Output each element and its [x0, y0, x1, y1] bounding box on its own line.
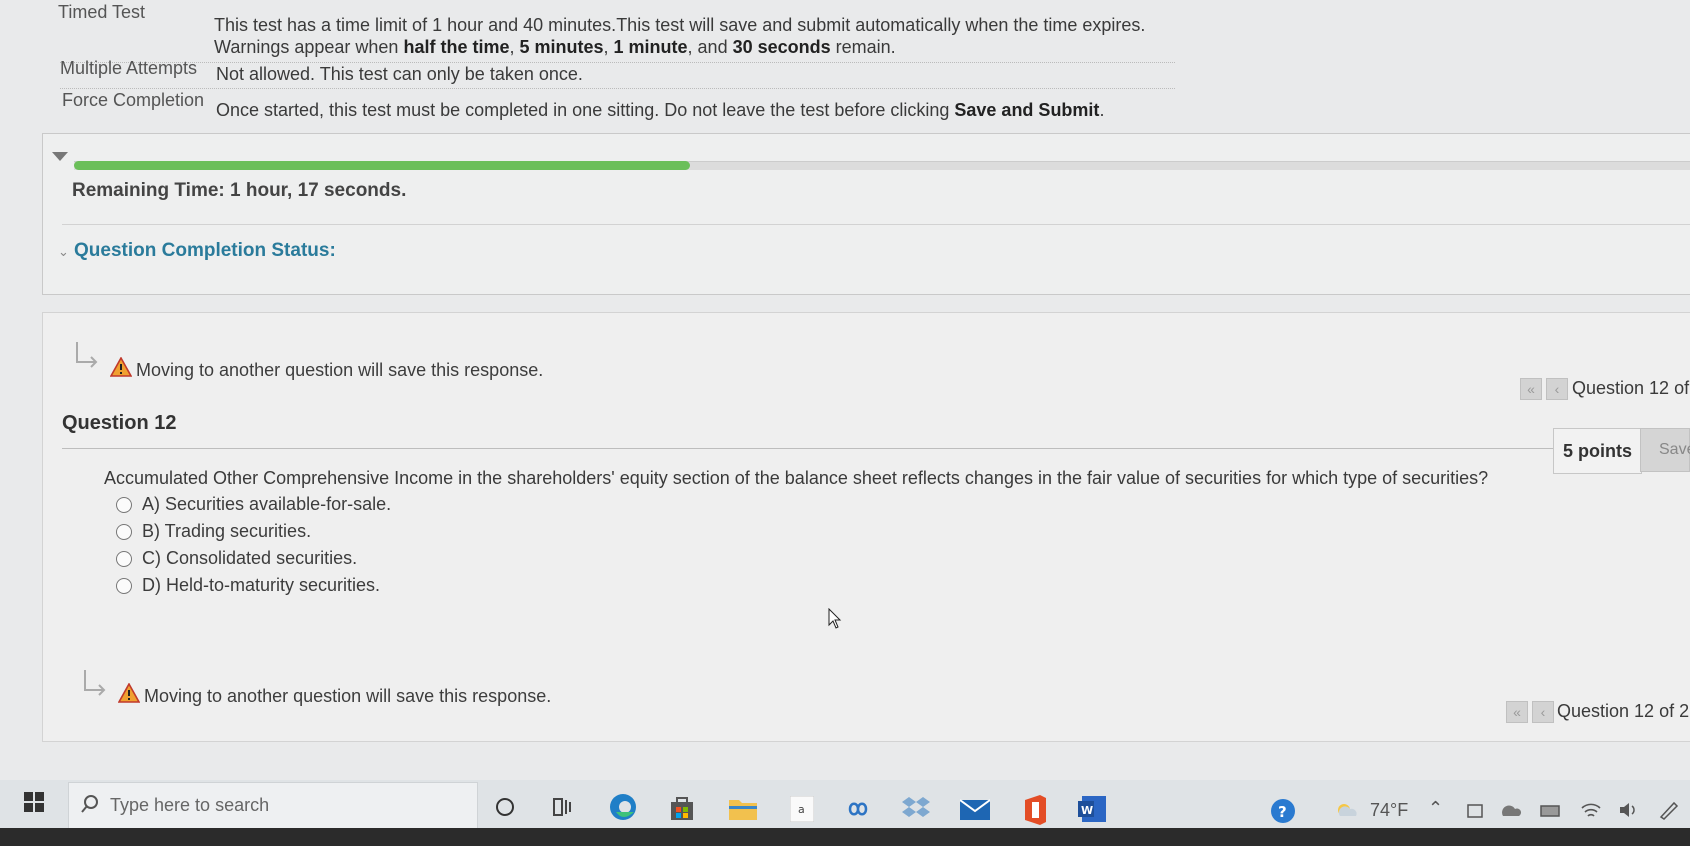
warnings-prefix: Warnings appear when: [214, 37, 404, 57]
question-counter-top: Question 12 of: [1572, 378, 1689, 399]
question-text: Accumulated Other Comprehensive Income i…: [104, 468, 1489, 488]
double-chevron-icon[interactable]: ⌄: [58, 244, 69, 260]
option-c[interactable]: C) Consolidated securities.: [116, 548, 357, 569]
amazon-icon[interactable]: a: [789, 795, 815, 827]
timed-test-line1: This test has a time limit of 1 hour and…: [214, 15, 1146, 35]
tray-chevron-icon[interactable]: ⌃: [1428, 798, 1443, 819]
info-divider-2: [60, 88, 1175, 89]
option-d-label[interactable]: D) Held-to-maturity securities.: [142, 575, 380, 596]
force-completion-label: Force Completion: [62, 90, 205, 110]
option-d[interactable]: D) Held-to-maturity securities.: [116, 575, 380, 596]
timed-test-line2: Warnings appear when half the time, 5 mi…: [214, 36, 1214, 58]
word-icon[interactable]: W: [1078, 794, 1108, 829]
mouse-cursor-icon: [828, 607, 842, 635]
file-explorer-icon[interactable]: [728, 796, 758, 827]
search-icon: [80, 794, 100, 819]
office-icon[interactable]: [1022, 794, 1048, 831]
edge-icon[interactable]: [608, 792, 638, 827]
pen-icon[interactable]: [1658, 800, 1680, 825]
weather-icon[interactable]: [1334, 800, 1358, 827]
option-b[interactable]: B) Trading securities.: [116, 521, 311, 542]
force-completion-text: Once started, this test must be complete…: [216, 100, 1104, 121]
warn-sep1: ,: [509, 37, 520, 57]
question-counter-bottom-text: Question 12 of 2: [1557, 701, 1690, 721]
radio-c[interactable]: [116, 550, 132, 567]
radio-a[interactable]: [116, 496, 132, 513]
save-answer-button[interactable]: Save: [1640, 428, 1690, 472]
save-warning-bottom: Moving to another question will save thi…: [144, 686, 552, 706]
store-icon[interactable]: [668, 794, 696, 827]
question-completion-status[interactable]: Question Completion Status:: [74, 240, 336, 262]
warn-1min: 1 minute: [613, 37, 688, 57]
help-icon[interactable]: ?: [1270, 798, 1296, 829]
warnings-suffix: remain.: [830, 37, 896, 57]
radio-b[interactable]: [116, 523, 132, 540]
option-c-label[interactable]: C) Consolidated securities.: [142, 548, 357, 569]
multiple-attempts-text: Not allowed. This test can only be taken…: [216, 64, 583, 84]
question-title-divider: [62, 448, 1562, 449]
question-counter-top-text: Question 12 of: [1572, 378, 1690, 398]
question-counter-bottom: Question 12 of 2: [1557, 701, 1689, 722]
force-save-submit: Save and Submit: [954, 100, 1100, 120]
screen-bezel: [0, 828, 1690, 846]
wifi-icon[interactable]: [1580, 800, 1602, 825]
onedrive-icon[interactable]: [1500, 804, 1522, 823]
timed-test-label: Timed Test: [58, 2, 146, 22]
warn-30sec: 30 seconds: [732, 37, 831, 57]
mail-icon[interactable]: [959, 796, 991, 827]
taskbar-search-placeholder[interactable]: Type here to search: [110, 795, 269, 816]
warn-5min: 5 minutes: [519, 37, 604, 57]
first-question-button[interactable]: «: [1520, 378, 1542, 400]
meet-now-icon[interactable]: [1466, 802, 1484, 825]
force-text-prefix: Once started, this test must be complete…: [216, 100, 955, 120]
task-view-icon[interactable]: [552, 796, 574, 823]
force-text-suffix: .: [1099, 100, 1105, 120]
volume-icon[interactable]: [1618, 800, 1640, 825]
info-divider-1: [60, 62, 1175, 63]
dropbox-icon[interactable]: [902, 794, 930, 827]
radio-d[interactable]: [116, 577, 132, 594]
svg-text:W: W: [1081, 804, 1093, 817]
warning-icon-bottom: [117, 682, 141, 708]
collapse-arrow-icon[interactable]: [52, 152, 68, 161]
timed-test-text: This test has a time limit of 1 hour and…: [214, 14, 1214, 58]
svg-text:?: ?: [1278, 803, 1287, 821]
timer-panel: [42, 133, 1690, 295]
timer-progress-fill: [74, 161, 690, 170]
return-arrow-icon-bottom: [82, 668, 108, 705]
return-arrow-icon: [74, 340, 98, 370]
save-warning-top: Moving to another question will save thi…: [136, 360, 544, 380]
warning-icon: [109, 356, 133, 382]
option-a-label[interactable]: A) Securities available-for-sale.: [142, 494, 391, 515]
warn-sep3: , and: [687, 37, 733, 57]
question-points: 5 points: [1553, 428, 1642, 474]
multiple-attempts-label: Multiple Attempts: [60, 58, 198, 78]
battery-icon[interactable]: [1540, 804, 1562, 823]
windows-start-icon[interactable]: [24, 792, 44, 817]
svg-text:a: a: [798, 803, 805, 816]
cortana-icon[interactable]: [494, 796, 516, 823]
option-a[interactable]: A) Securities available-for-sale.: [116, 494, 391, 515]
warn-sep2: ,: [603, 37, 614, 57]
warn-half: half the time: [403, 37, 510, 57]
first-question-button-bottom[interactable]: «: [1506, 701, 1528, 723]
weather-temperature[interactable]: 74°F: [1370, 800, 1408, 821]
infinity-icon[interactable]: [842, 800, 874, 823]
prev-question-button[interactable]: ‹: [1546, 378, 1568, 400]
question-title: Question 12: [62, 412, 177, 434]
timer-divider: [62, 224, 1690, 225]
prev-question-button-bottom[interactable]: ‹: [1532, 701, 1554, 723]
remaining-time: Remaining Time: 1 hour, 17 seconds.: [72, 180, 407, 201]
option-b-label[interactable]: B) Trading securities.: [142, 521, 311, 542]
